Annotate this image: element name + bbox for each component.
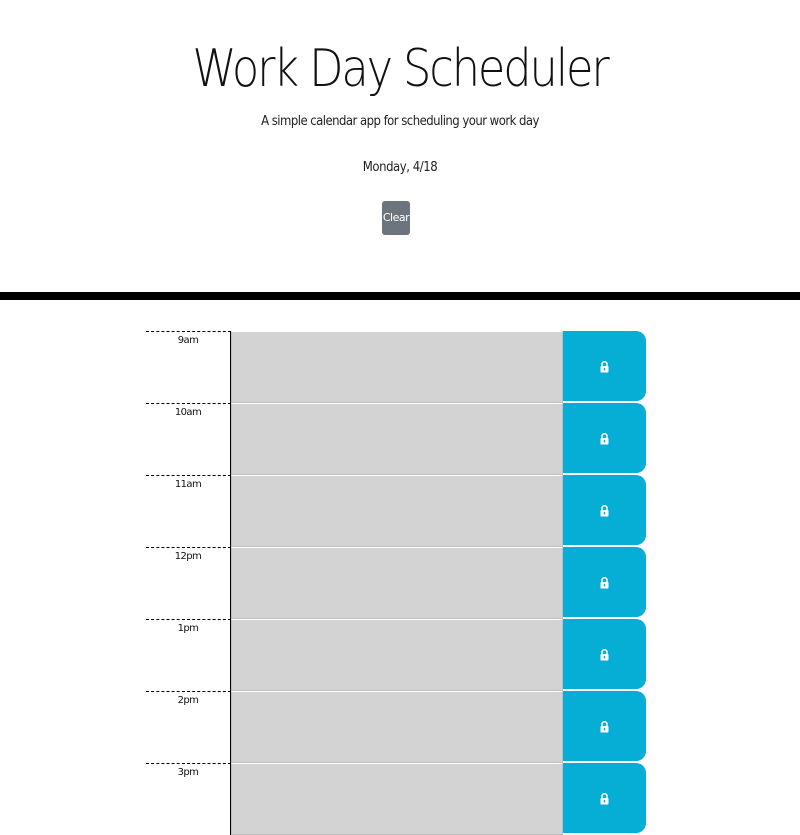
hour-cell: 12pm [146, 547, 231, 619]
lock-icon [600, 793, 609, 805]
event-textarea[interactable] [231, 619, 563, 691]
hour-cell: 11am [146, 475, 231, 547]
hour-label: 11am [174, 479, 202, 490]
hour-cell: 2pm [146, 691, 231, 763]
event-textarea[interactable] [231, 547, 563, 619]
clear-button[interactable]: Clear [382, 201, 410, 235]
lock-icon [600, 649, 609, 661]
save-button[interactable] [563, 403, 646, 473]
time-block-1pm: 1pm [146, 619, 646, 691]
event-textarea[interactable] [231, 403, 563, 475]
event-textarea[interactable] [231, 691, 563, 763]
hour-cell: 1pm [146, 619, 231, 691]
hour-label: 12pm [174, 551, 202, 562]
save-button[interactable] [563, 331, 646, 401]
time-block-9am: 9am [146, 331, 646, 403]
current-date: Monday, 4/18 [362, 160, 438, 175]
hour-label: 1pm [177, 623, 199, 634]
page-header: Work Day Scheduler A simple calendar app… [0, 0, 800, 292]
event-textarea[interactable] [231, 331, 563, 403]
lock-icon [600, 577, 609, 589]
time-block-10am: 10am [146, 403, 646, 475]
hour-label: 9am [177, 335, 199, 346]
event-textarea[interactable] [231, 475, 563, 547]
schedule-container: 9am 10am 11am 12pm 1pm 2pm 3pm [146, 331, 646, 835]
lock-icon [600, 361, 609, 373]
hour-label: 2pm [177, 695, 199, 706]
page-subtitle: A simple calendar app for scheduling you… [261, 114, 539, 129]
time-block-11am: 11am [146, 475, 646, 547]
lock-icon [600, 721, 609, 733]
lock-icon [600, 433, 609, 445]
lock-icon [600, 505, 609, 517]
save-button[interactable] [563, 475, 646, 545]
time-block-12pm: 12pm [146, 547, 646, 619]
save-button[interactable] [563, 691, 646, 761]
hour-cell: 3pm [146, 763, 231, 835]
event-textarea[interactable] [231, 763, 563, 835]
hour-cell: 10am [146, 403, 231, 475]
save-button[interactable] [563, 547, 646, 617]
time-block-2pm: 2pm [146, 691, 646, 763]
hour-label: 3pm [177, 767, 199, 778]
page-title: Work Day Scheduler [192, 39, 609, 99]
header-divider [0, 292, 800, 300]
hour-label: 10am [174, 407, 202, 418]
save-button[interactable] [563, 763, 646, 833]
save-button[interactable] [563, 619, 646, 689]
time-block-3pm: 3pm [146, 763, 646, 835]
hour-cell: 9am [146, 331, 231, 403]
